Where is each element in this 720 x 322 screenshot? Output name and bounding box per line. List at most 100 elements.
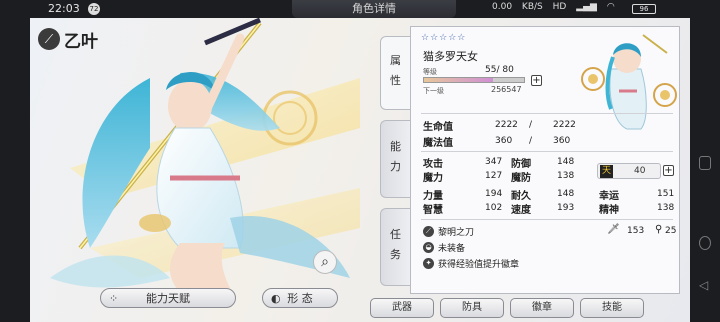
tab-abilities[interactable]: 能 力 — [380, 120, 410, 198]
stat-label: 幸运 — [599, 191, 619, 202]
zoom-search-icon[interactable]: ⌕ — [313, 250, 337, 274]
tab-tasks[interactable]: 任 务 — [380, 208, 410, 286]
tab-abilities-label-2: 力 — [390, 160, 401, 173]
attribute-content: ☆☆☆☆☆ 猫多罗天女 等级 55/ 80 + 下一级 256547 生命值 2… — [410, 26, 680, 294]
stat-label: 精神 — [599, 205, 619, 216]
badge-add-button[interactable]: + — [663, 165, 674, 176]
shield-icon: ✦ — [423, 258, 434, 269]
character-artwork — [50, 18, 360, 308]
mp-max: 360 — [553, 136, 571, 146]
character-name: 乙叶 — [64, 31, 98, 52]
form-icon: ◐ — [271, 292, 281, 305]
talent-button-label: 能力天赋 — [146, 292, 190, 305]
mp-sep: / — [529, 136, 533, 146]
tab-tasks-label-2: 务 — [390, 248, 401, 261]
badge-slot[interactable]: 天 40 — [597, 163, 661, 179]
signal-icon: ▂▄▆ — [576, 2, 597, 12]
stat-value: 151 — [657, 189, 675, 199]
stat-label: 耐久 — [511, 191, 531, 202]
stat-value: 102 — [485, 203, 503, 213]
armor-icon: ◒ — [423, 242, 434, 253]
next-level-exp: 256547 — [491, 85, 522, 94]
level-label: 等级 — [423, 68, 437, 76]
talent-button[interactable]: ⁘ 能力天赋 — [100, 288, 236, 308]
equip-badge[interactable]: ✦ 获得经验值提升徽章 — [423, 257, 519, 270]
net-unit: KB/S — [521, 2, 543, 12]
equip-armor-name: 未装备 — [438, 244, 466, 254]
stat-label: 速度 — [511, 205, 531, 216]
attack-icon: 🗡 — [607, 224, 620, 235]
notification-badge: 72 — [88, 3, 100, 15]
hp-max: 2222 — [553, 120, 576, 130]
status-time: 22:03 — [48, 2, 80, 15]
stat-value: 193 — [557, 203, 575, 213]
sword-icon: ⟋ — [423, 226, 434, 237]
stat-value: 148 — [557, 157, 575, 167]
equip-armor[interactable]: ◒ 未装备 — [423, 241, 465, 254]
hp-label: 生命值 — [423, 122, 453, 133]
level-progress-bar — [423, 77, 525, 83]
stat-value: 127 — [485, 171, 503, 181]
nav-back-button[interactable]: ◁ — [699, 278, 711, 292]
character-portrait — [581, 34, 677, 130]
tab-abilities-label-1: 能 — [390, 140, 401, 153]
divider — [421, 113, 673, 114]
mp-current: 360 — [495, 136, 513, 146]
hd-icon: HD — [552, 2, 567, 12]
nav-home-button[interactable] — [699, 236, 711, 250]
tab-attributes[interactable]: 属 性 — [380, 36, 410, 110]
left-gutter — [0, 18, 30, 322]
stat-label: 魔防 — [511, 173, 531, 184]
hp-current: 2222 — [495, 120, 518, 130]
hp-sep: / — [529, 120, 533, 130]
stat-value: 138 — [657, 203, 675, 213]
nav-recent-button[interactable] — [699, 156, 711, 170]
stat-value: 347 — [485, 157, 503, 167]
right-nav: ◁ — [690, 18, 720, 322]
stat-value: 148 — [557, 189, 575, 199]
equip-weapon-name: 黎明之刀 — [438, 228, 475, 238]
equip-weapon[interactable]: ⟋ 黎明之刀 — [423, 225, 474, 238]
character-scene: ⟋ 乙叶 ⌕ ⁘ 能力天赋 ◐ 形 态 属 性 能 力 任 务 ☆☆☆☆☆ 猫多… — [30, 18, 690, 322]
next-level-label: 下一级 — [423, 87, 444, 95]
net-speed: 0.00 — [492, 2, 513, 12]
level-progress-fill — [424, 78, 493, 82]
equip-badge-name: 获得经验值提升徽章 — [438, 260, 520, 270]
stat-value: 138 — [557, 171, 575, 181]
stat-label: 力量 — [423, 191, 443, 202]
tab-tasks-label-1: 任 — [390, 228, 401, 241]
weapon-attack: 153 — [627, 226, 645, 236]
badge-value: 40 — [634, 166, 646, 176]
stat-label: 魔力 — [423, 173, 443, 184]
info-panel: 属 性 能 力 任 务 ☆☆☆☆☆ 猫多罗天女 等级 55/ 80 + 下一级 … — [380, 26, 680, 294]
talent-grid-icon: ⁘ — [109, 292, 119, 305]
tab-attributes-label-1: 属 — [390, 54, 401, 67]
stat-label: 防御 — [511, 159, 531, 170]
mp-label: 魔法值 — [423, 138, 453, 149]
character-title: 猫多罗天女 — [423, 50, 478, 63]
wifi-icon: ◠ — [606, 2, 615, 12]
character-name-plate: ⟋ 乙叶 — [38, 26, 98, 52]
weapon-button[interactable]: 武器 — [370, 298, 434, 318]
form-button[interactable]: ◐ 形 态 — [262, 288, 338, 308]
stat-value: 194 — [485, 189, 503, 199]
divider — [421, 151, 673, 152]
level-value: 55/ 80 — [485, 65, 514, 75]
tab-attributes-label-2: 性 — [390, 74, 401, 87]
armor-button[interactable]: 防具 — [440, 298, 504, 318]
badge-button[interactable]: 徽章 — [510, 298, 574, 318]
badge-glyph: 天 — [600, 165, 613, 178]
weapon-durability: 25 — [665, 226, 677, 236]
stat-label: 攻击 — [423, 159, 443, 170]
skill-button[interactable]: 技能 — [580, 298, 644, 318]
level-up-button[interactable]: + — [531, 75, 542, 86]
status-bar: 22:03 72 角色详情 0.00 KB/S HD ▂▄▆ ◠ 96 — [0, 0, 720, 18]
battery-icon: 96 — [632, 4, 656, 14]
durability-icon: ⚲ — [655, 224, 663, 235]
class-emblem-icon: ⟋ — [38, 28, 60, 50]
form-button-label: 形 态 — [287, 292, 313, 305]
rarity-stars: ☆☆☆☆☆ — [421, 33, 467, 43]
screen-title: 角色详情 — [292, 0, 456, 18]
status-icons: 0.00 KB/S HD ▂▄▆ ◠ — [492, 2, 622, 12]
stat-label: 智慧 — [423, 205, 443, 216]
